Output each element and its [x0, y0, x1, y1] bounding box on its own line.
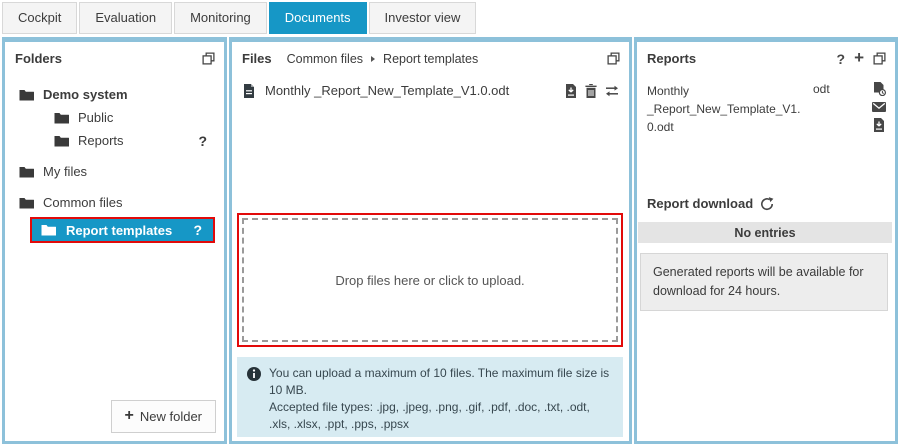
files-panel-title: Files: [242, 51, 272, 66]
email-envelope-icon[interactable]: [872, 102, 886, 112]
info-icon: [247, 367, 261, 429]
folder-item-report-templates-wrap: Report templates ?: [5, 214, 224, 243]
reports-panel-title: Reports: [647, 51, 696, 66]
breadcrumb-report-templates[interactable]: Report templates: [383, 52, 478, 66]
no-entries-label: No entries: [734, 226, 795, 240]
folder-icon: [54, 112, 69, 124]
report-download-title: Report download: [647, 196, 753, 211]
report-entry-actions: [872, 82, 886, 132]
file-row[interactable]: Monthly _Report_New_Template_V1.0.odt: [243, 83, 619, 98]
detach-window-icon[interactable]: [202, 52, 215, 65]
upload-dropzone[interactable]: Drop files here or click to upload.: [242, 218, 618, 342]
add-report-icon[interactable]: +: [854, 49, 864, 66]
upload-info-text: You can upload a maximum of 10 files. Th…: [269, 365, 613, 429]
main-tabbar: Cockpit Evaluation Monitoring Documents …: [2, 2, 478, 34]
download-availability-note: Generated reports will be available for …: [640, 253, 888, 311]
folder-icon: [19, 166, 34, 178]
folders-panel-header: Folders: [5, 42, 224, 70]
report-entry-type: odt: [813, 82, 830, 96]
upload-info-line2: Accepted file types: .jpg, .jpeg, .png, …: [269, 400, 590, 431]
folder-icon: [19, 89, 34, 101]
upload-dropzone-highlight: Drop files here or click to upload.: [237, 213, 623, 347]
folder-icon: [54, 135, 69, 147]
refresh-icon[interactable]: [760, 197, 774, 211]
folder-item-my-files[interactable]: My files: [5, 160, 224, 183]
move-swap-icon[interactable]: [605, 85, 619, 97]
file-actions: [565, 84, 619, 98]
plus-icon: +: [125, 410, 134, 423]
files-panel: Files Common files Report templates: [229, 37, 632, 444]
folder-tree: Demo system Public Reports ? My files: [5, 83, 224, 243]
folder-item-demo-system[interactable]: Demo system: [5, 83, 224, 106]
reports-panel-header: Reports ? +: [637, 42, 895, 70]
folder-item-report-templates-selected[interactable]: Report templates ?: [30, 217, 215, 243]
tab-investor-view[interactable]: Investor view: [369, 2, 477, 34]
folder-icon: [41, 224, 56, 236]
files-panel-header: Files Common files Report templates: [232, 42, 629, 70]
detach-window-icon[interactable]: [873, 52, 886, 65]
tab-documents[interactable]: Documents: [269, 2, 367, 34]
file-name: Monthly _Report_New_Template_V1.0.odt: [265, 83, 509, 98]
folders-panel: Folders Demo system Public: [2, 37, 227, 444]
reports-panel: Reports ? + Monthly _Report_New_Template…: [634, 37, 898, 444]
tab-evaluation[interactable]: Evaluation: [79, 2, 172, 34]
report-entry-row[interactable]: Monthly _Report_New_Template_V1.0.odt od…: [647, 82, 886, 136]
download-note-text: Generated reports will be available for …: [653, 265, 864, 298]
folder-item-reports[interactable]: Reports ?: [5, 129, 224, 152]
scheduled-report-icon[interactable]: [873, 82, 886, 96]
upload-info-line1: You can upload a maximum of 10 files. Th…: [269, 366, 609, 397]
download-file-icon[interactable]: [565, 84, 577, 98]
folder-icon: [19, 197, 34, 209]
document-icon: [243, 84, 255, 98]
download-report-icon[interactable]: [873, 118, 885, 132]
tree-spacer: [5, 183, 224, 191]
report-entry-name: Monthly _Report_New_Template_V1.0.odt: [647, 82, 805, 136]
permission-question-badge: ?: [193, 222, 202, 238]
new-folder-button-label: New folder: [140, 409, 202, 424]
new-folder-button[interactable]: + New folder: [111, 400, 216, 433]
tree-spacer: [5, 152, 224, 160]
upload-info-box: You can upload a maximum of 10 files. Th…: [237, 357, 623, 437]
tab-monitoring[interactable]: Monitoring: [174, 2, 267, 34]
tab-cockpit[interactable]: Cockpit: [2, 2, 77, 34]
permission-question-badge: ?: [198, 133, 207, 149]
folders-panel-title: Folders: [15, 51, 62, 66]
breadcrumb-common-files[interactable]: Common files: [287, 52, 363, 66]
breadcrumb: Common files Report templates: [287, 52, 479, 66]
detach-window-icon[interactable]: [607, 52, 620, 65]
folder-item-common-files[interactable]: Common files: [5, 191, 224, 214]
breadcrumb-arrow-icon: [371, 56, 375, 62]
help-icon[interactable]: ?: [837, 52, 846, 66]
dropzone-label: Drop files here or click to upload.: [335, 273, 524, 288]
no-entries-bar: No entries: [638, 222, 892, 243]
report-download-header: Report download: [647, 196, 885, 211]
delete-trash-icon[interactable]: [585, 84, 597, 98]
folder-item-public[interactable]: Public: [5, 106, 224, 129]
